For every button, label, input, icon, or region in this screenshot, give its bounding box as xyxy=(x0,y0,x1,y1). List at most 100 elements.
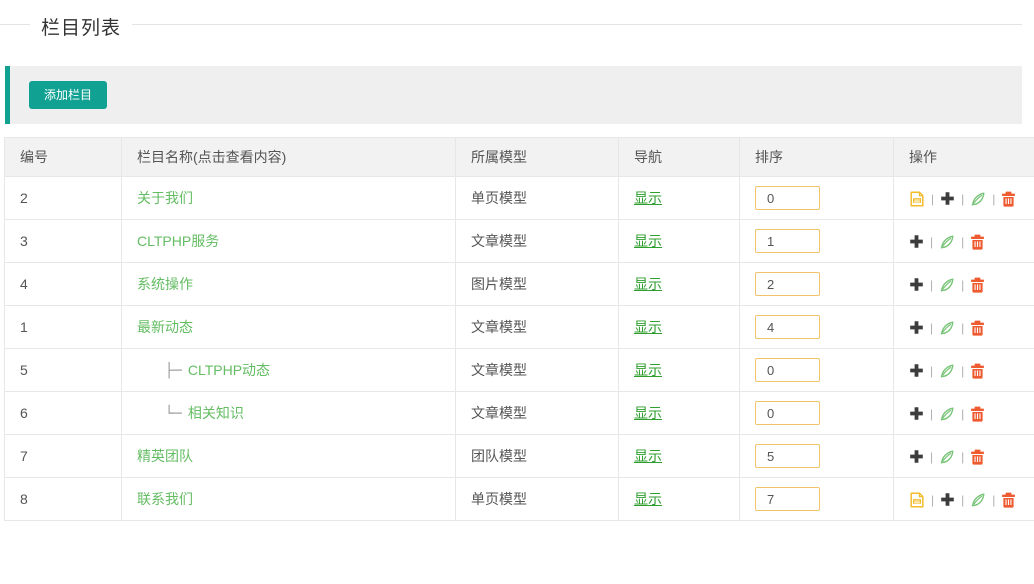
sort-input[interactable] xyxy=(755,401,820,425)
table-row: 3 CLTPHP服务 文章模型 显示 | | xyxy=(4,219,1034,263)
trash-icon[interactable] xyxy=(970,363,985,379)
column-name-link[interactable]: 联系我们 xyxy=(137,491,193,507)
icon-separator: | xyxy=(961,320,965,335)
trash-icon[interactable] xyxy=(970,277,985,293)
trash-icon[interactable] xyxy=(970,320,985,336)
icon-separator: | xyxy=(930,406,934,421)
row-model: 团队模型 xyxy=(455,434,619,478)
row-nav-cell: 显示 xyxy=(618,434,740,478)
trash-icon[interactable] xyxy=(970,406,985,422)
nav-show-link[interactable]: 显示 xyxy=(634,276,662,292)
row-nav-cell: 显示 xyxy=(618,262,740,306)
column-name-link[interactable]: 系统操作 xyxy=(137,276,193,292)
row-name-cell: ├─ CLTPHP动态 xyxy=(121,348,456,392)
plus-icon[interactable] xyxy=(909,234,924,249)
row-nav-cell: 显示 xyxy=(618,176,740,220)
row-sort-cell xyxy=(739,176,894,220)
row-nav-cell: 显示 xyxy=(618,391,740,435)
trash-icon[interactable] xyxy=(1001,191,1016,207)
table-body: 2 关于我们 单页模型 显示 | | | xyxy=(4,176,1034,521)
nav-show-link[interactable]: 显示 xyxy=(634,448,662,464)
sort-input[interactable] xyxy=(755,229,820,253)
pencil-icon[interactable] xyxy=(939,406,955,422)
row-model: 文章模型 xyxy=(455,391,619,435)
row-sort-cell xyxy=(739,219,894,263)
sort-input[interactable] xyxy=(755,272,820,296)
column-name-link[interactable]: 精英团队 xyxy=(137,448,193,464)
pencil-icon[interactable] xyxy=(939,363,955,379)
document-icon[interactable] xyxy=(909,492,925,508)
plus-icon[interactable] xyxy=(940,191,955,206)
icon-separator: | xyxy=(961,449,965,464)
row-name-cell: └─ 相关知识 xyxy=(121,391,456,435)
pencil-icon[interactable] xyxy=(939,320,955,336)
nav-show-link[interactable]: 显示 xyxy=(634,190,662,206)
column-name-link[interactable]: CLTPHP服务 xyxy=(137,233,219,249)
nav-show-link[interactable]: 显示 xyxy=(634,362,662,378)
icon-separator: | xyxy=(930,363,934,378)
row-id: 5 xyxy=(4,348,122,392)
icon-separator: | xyxy=(961,406,965,421)
row-name-cell: 最新动态 xyxy=(121,305,456,349)
sort-input[interactable] xyxy=(755,358,820,382)
icon-separator: | xyxy=(930,234,934,249)
table-row: 6 └─ 相关知识 文章模型 显示 | | xyxy=(4,391,1034,435)
row-actions-cell: | | xyxy=(893,262,1034,306)
row-sort-cell xyxy=(739,348,894,392)
plus-icon[interactable] xyxy=(909,277,924,292)
plus-icon[interactable] xyxy=(940,492,955,507)
nav-show-link[interactable]: 显示 xyxy=(634,405,662,421)
row-id: 3 xyxy=(4,219,122,263)
icon-separator: | xyxy=(931,191,935,206)
column-name-link[interactable]: 相关知识 xyxy=(188,405,244,421)
row-actions-cell: | | | xyxy=(893,477,1034,521)
column-name-link[interactable]: 关于我们 xyxy=(137,190,193,206)
plus-icon[interactable] xyxy=(909,363,924,378)
add-column-button[interactable]: 添加栏目 xyxy=(29,81,108,109)
header-id: 编号 xyxy=(4,137,122,177)
table-row: 4 系统操作 图片模型 显示 | | xyxy=(4,262,1034,306)
pencil-icon[interactable] xyxy=(970,191,986,207)
icon-separator: | xyxy=(961,191,965,206)
sort-input[interactable] xyxy=(755,444,820,468)
table-row: 1 最新动态 文章模型 显示 | | xyxy=(4,305,1034,349)
pencil-icon[interactable] xyxy=(939,449,955,465)
pencil-icon[interactable] xyxy=(939,234,955,250)
row-model: 单页模型 xyxy=(455,176,619,220)
pencil-icon[interactable] xyxy=(939,277,955,293)
trash-icon[interactable] xyxy=(1001,492,1016,508)
row-actions-cell: | | | xyxy=(893,176,1034,220)
nav-show-link[interactable]: 显示 xyxy=(634,319,662,335)
sort-input[interactable] xyxy=(755,315,820,339)
toolbar: 添加栏目 xyxy=(5,66,1022,124)
icon-separator: | xyxy=(930,277,934,292)
legend-divider xyxy=(0,24,1022,25)
row-sort-cell xyxy=(739,305,894,349)
tree-branch-glyph: └─ xyxy=(165,406,182,422)
table-row: 2 关于我们 单页模型 显示 | | | xyxy=(4,176,1034,220)
icon-separator: | xyxy=(961,363,965,378)
row-actions-cell: | | xyxy=(893,219,1034,263)
table-row: 7 精英团队 团队模型 显示 | | xyxy=(4,434,1034,478)
column-name-link[interactable]: CLTPHP动态 xyxy=(188,362,270,378)
column-list-table-wrap: 编号 栏目名称(点击查看内容) 所属模型 导航 排序 操作 2 关于我们 单页模… xyxy=(4,137,1034,521)
row-id: 4 xyxy=(4,262,122,306)
row-id: 8 xyxy=(4,477,122,521)
row-actions-cell: | | xyxy=(893,348,1034,392)
trash-icon[interactable] xyxy=(970,234,985,250)
page-header: 栏目列表 xyxy=(0,10,1022,48)
header-nav: 导航 xyxy=(618,137,740,177)
row-id: 2 xyxy=(4,176,122,220)
sort-input[interactable] xyxy=(755,487,820,511)
plus-icon[interactable] xyxy=(909,320,924,335)
nav-show-link[interactable]: 显示 xyxy=(634,491,662,507)
plus-icon[interactable] xyxy=(909,406,924,421)
pencil-icon[interactable] xyxy=(970,492,986,508)
plus-icon[interactable] xyxy=(909,449,924,464)
sort-input[interactable] xyxy=(755,186,820,210)
column-name-link[interactable]: 最新动态 xyxy=(137,319,193,335)
document-icon[interactable] xyxy=(909,191,925,207)
trash-icon[interactable] xyxy=(970,449,985,465)
tree-branch-glyph: ├─ xyxy=(165,363,182,379)
nav-show-link[interactable]: 显示 xyxy=(634,233,662,249)
